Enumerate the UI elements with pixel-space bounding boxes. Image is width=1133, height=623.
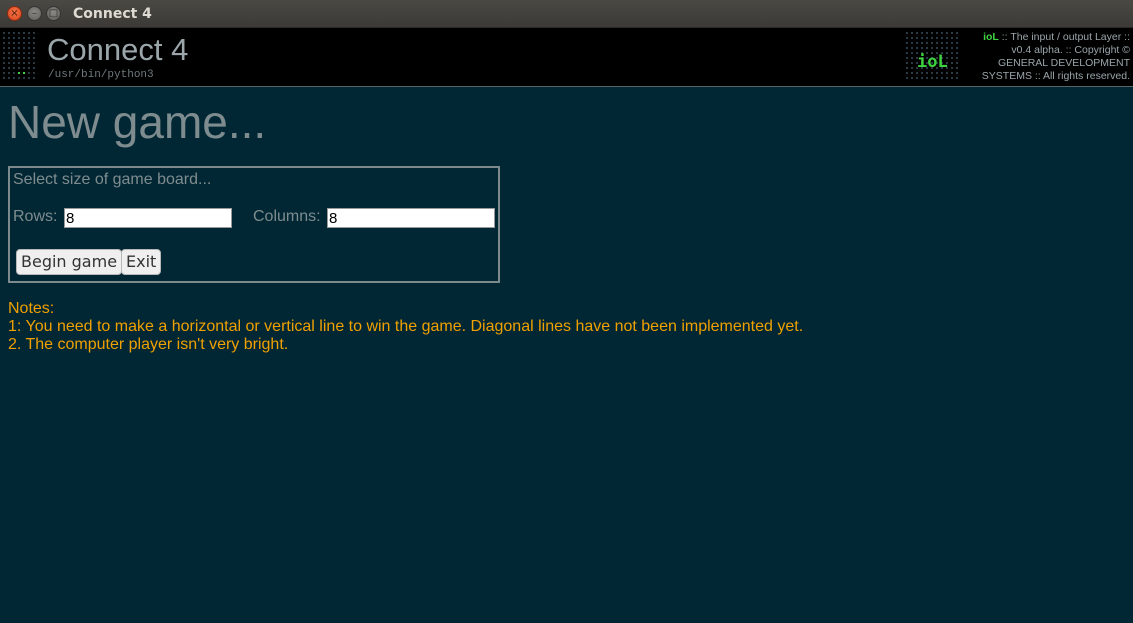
- exit-button[interactable]: Exit: [121, 249, 162, 275]
- window-close-button[interactable]: ×: [7, 6, 22, 21]
- window-minimize-button[interactable]: –: [27, 6, 42, 21]
- form-legend: Select size of game board...: [13, 171, 212, 188]
- notes: Notes: 1: You need to make a horizontal …: [8, 300, 803, 354]
- iol-info-line3: GENERAL DEVELOPMENT: [997, 57, 1130, 69]
- notes-title: Notes:: [8, 300, 55, 317]
- rows-input[interactable]: [64, 208, 232, 228]
- iol-info: ioL :: The input / output Layer :: v0.4 …: [940, 31, 1130, 83]
- board-size-form: Select size of game board... Rows: Colum…: [8, 166, 500, 283]
- iol-brand: ioL: [983, 31, 999, 43]
- app-logo-icon: [3, 32, 39, 80]
- app-title: Connect 4: [47, 32, 189, 67]
- notes-line-2: 2. The computer player isn't very bright…: [8, 336, 289, 353]
- columns-label: Columns:: [253, 208, 321, 225]
- notes-line-1: 1: You need to make a horizontal or vert…: [8, 318, 804, 335]
- window-title: Connect 4: [73, 6, 152, 22]
- rows-label: Rows:: [13, 208, 58, 225]
- iol-info-line4: SYSTEMS :: All rights reserved.: [981, 70, 1130, 82]
- columns-input[interactable]: [327, 208, 495, 228]
- iol-info-line1: :: The input / output Layer ::: [1001, 31, 1130, 43]
- app-header: Connect 4 /usr/bin/python3 ioL ioL :: Th…: [0, 28, 1133, 87]
- iol-info-line2: v0.4 alpha. :: Copyright ©: [1011, 44, 1130, 56]
- window-maximize-button[interactable]: □: [46, 6, 61, 21]
- window-titlebar: × – □ Connect 4: [0, 0, 1133, 28]
- begin-game-button[interactable]: Begin game: [16, 249, 123, 275]
- app-path: /usr/bin/python3: [48, 69, 154, 81]
- page-title: New game...: [8, 96, 267, 148]
